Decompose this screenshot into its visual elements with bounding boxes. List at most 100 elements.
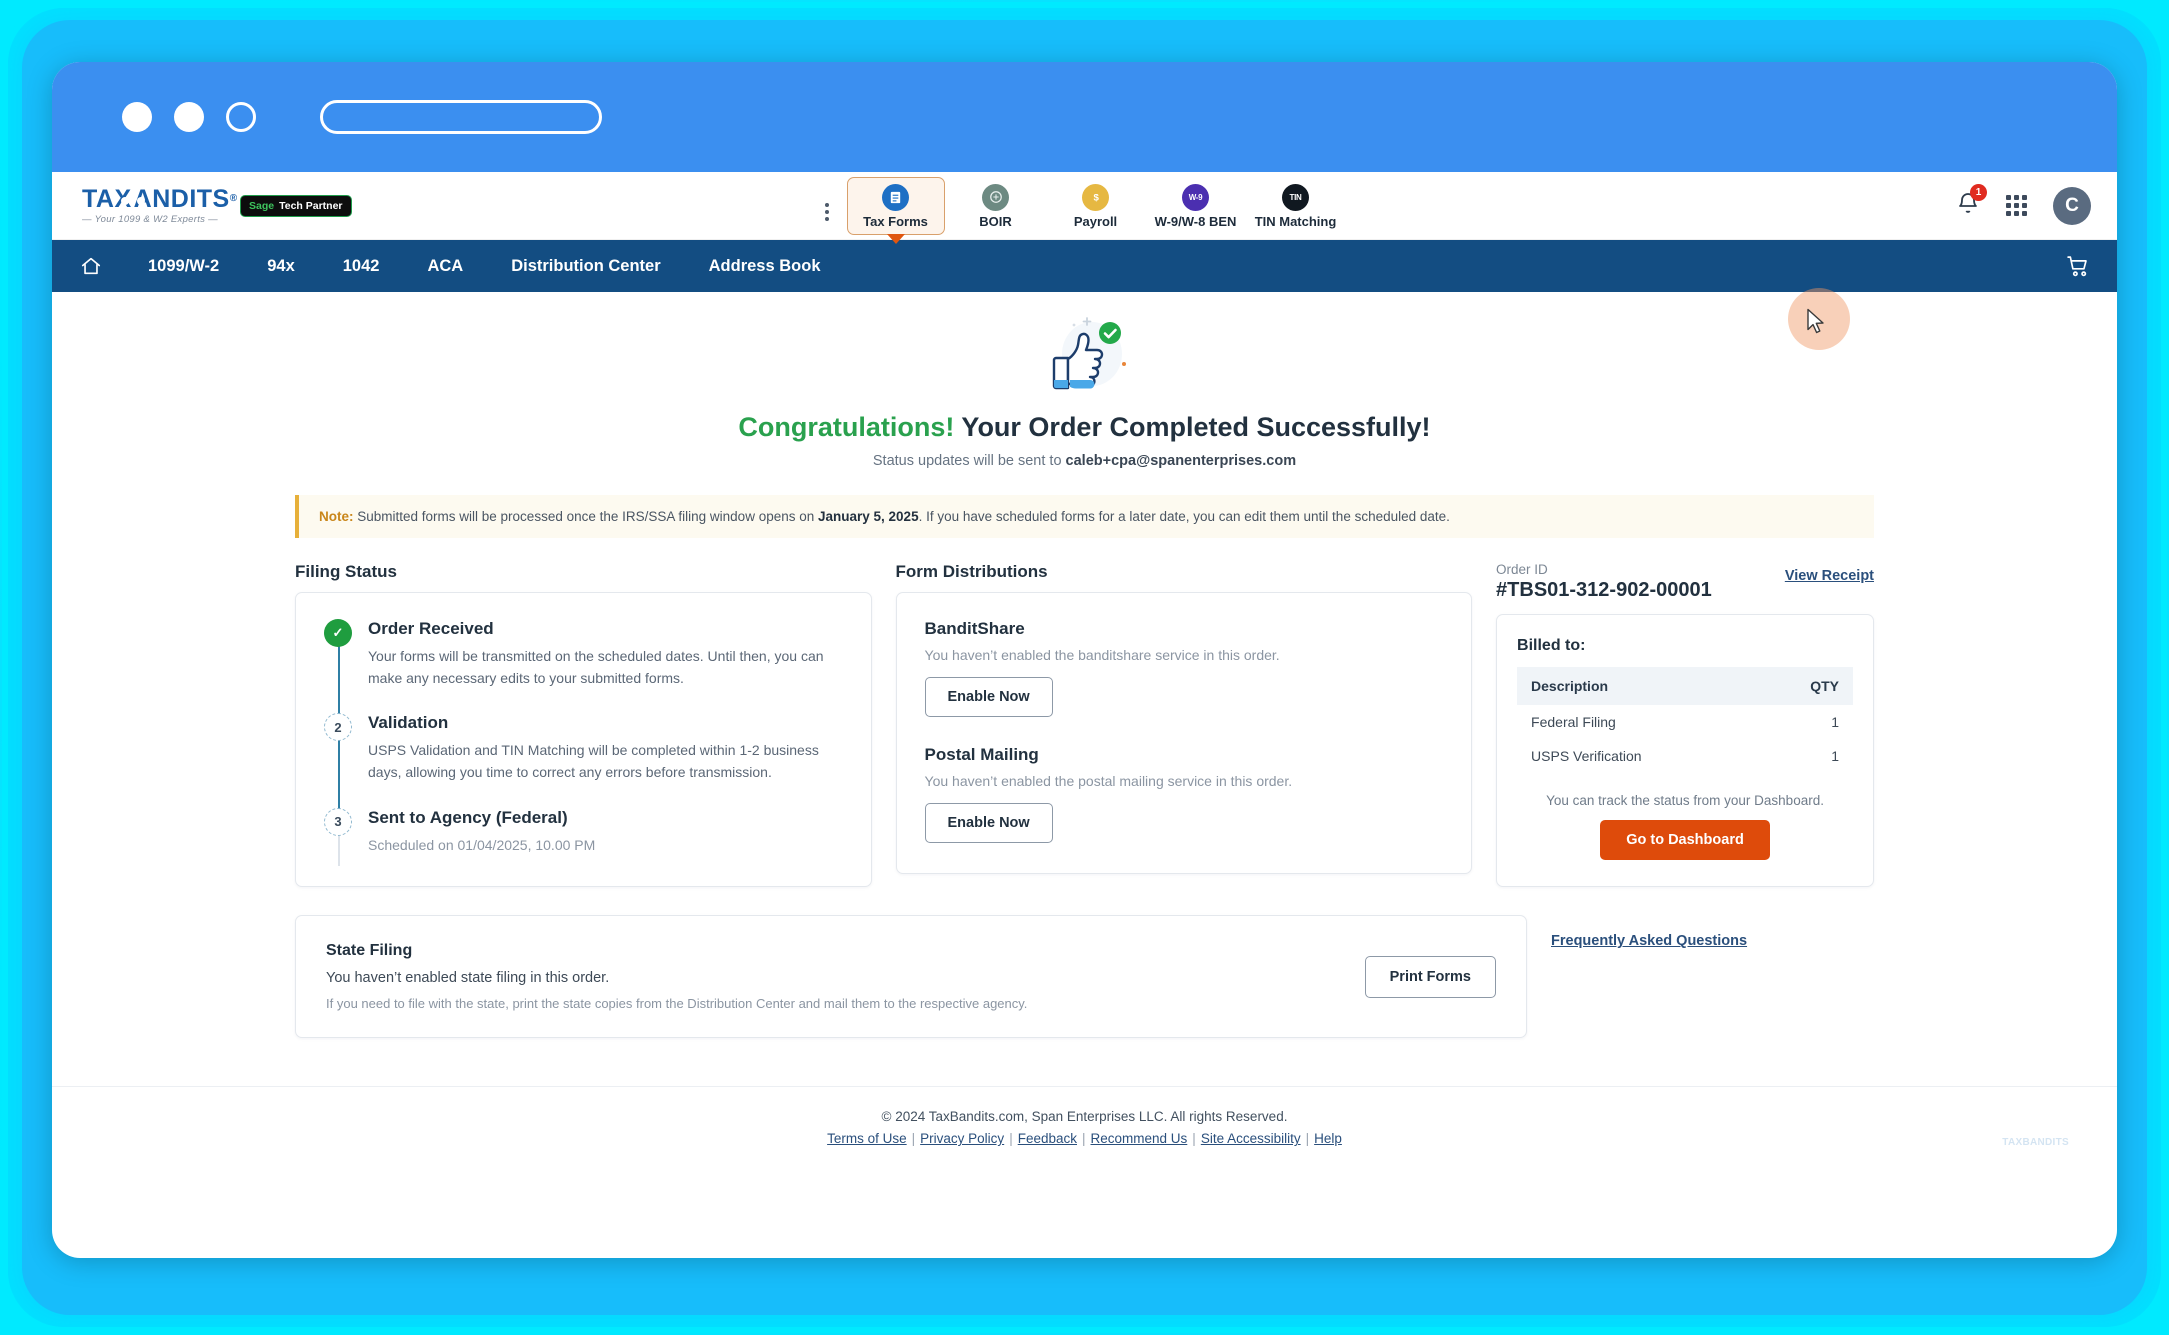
header-actions: 1 C bbox=[1956, 184, 2091, 225]
tab-boir[interactable]: BOIR bbox=[947, 177, 1045, 235]
step-title: Validation bbox=[368, 713, 449, 733]
tab-tax-forms[interactable]: Tax Forms bbox=[846, 176, 945, 235]
cart-icon[interactable] bbox=[2066, 254, 2091, 279]
order-id-label: Order ID bbox=[1496, 562, 1548, 577]
nav-item-94x[interactable]: 94x bbox=[243, 257, 319, 276]
go-to-dashboard-button[interactable]: Go to Dashboard bbox=[1600, 820, 1770, 860]
browser-chrome-bar bbox=[52, 62, 2117, 172]
step-connector bbox=[338, 739, 340, 812]
congrats-word: Congratulations! bbox=[738, 412, 955, 442]
main-columns: Filing Status ✓ Order Received Your form… bbox=[295, 562, 1875, 888]
tab-label: Payroll bbox=[1073, 213, 1118, 229]
app-header: TAX ANDITS ® — Your 1099 & W2 Experts — … bbox=[52, 172, 2117, 240]
notifications-bell[interactable]: 1 bbox=[1956, 184, 1987, 220]
lower-section: State Filing You haven’t enabled state f… bbox=[295, 915, 1874, 1039]
sage-partner-label: Tech Partner bbox=[279, 199, 343, 212]
state-filing-title: State Filing bbox=[326, 942, 413, 960]
nav-item-aca[interactable]: ACA bbox=[403, 257, 487, 276]
tab-w9-w8ben[interactable]: W-9 W-9/W-8 BEN bbox=[1147, 177, 1245, 235]
distribution-postal-mailing: Postal Mailing You haven’t enabled the p… bbox=[924, 745, 1444, 843]
distribution-title: BanditShare bbox=[924, 619, 1025, 638]
billed-to-card: Billed to: Description QTY Federal Filin… bbox=[1496, 614, 1875, 887]
filing-window-note: Note: Submitted forms will be processed … bbox=[295, 495, 1874, 538]
note-label: Note: bbox=[319, 509, 354, 524]
tab-label: Tax Forms bbox=[863, 213, 928, 229]
avatar[interactable]: C bbox=[2053, 186, 2091, 225]
table-row: Federal Filing 1 bbox=[1517, 705, 1853, 739]
filing-status-column: Filing Status ✓ Order Received Your form… bbox=[295, 562, 872, 888]
copyright-text: © 2024 TaxBandits.com, Span Enterprises … bbox=[881, 1109, 1288, 1125]
footer-link-terms-of-use[interactable]: Terms of Use bbox=[827, 1131, 907, 1146]
state-filing-text: State Filing You haven’t enabled state f… bbox=[326, 942, 1365, 1011]
footer-link-privacy-policy[interactable]: Privacy Policy bbox=[920, 1131, 1004, 1146]
step-description: Scheduled on 01/04/2025, 10.00 PM bbox=[368, 836, 596, 853]
distribution-banditshare: BanditShare You haven’t enabled the band… bbox=[924, 619, 1444, 717]
address-bar[interactable] bbox=[320, 100, 602, 134]
congrats-rest: Your Order Completed Successfully! bbox=[954, 412, 1431, 442]
column-header-qty: QTY bbox=[1755, 667, 1854, 705]
nav-item-home[interactable] bbox=[52, 255, 124, 277]
form-distributions-heading: Form Distributions bbox=[895, 562, 1048, 581]
registered-mark: ® bbox=[229, 193, 238, 204]
filing-step-validation: 2 Validation USPS Validation and TIN Mat… bbox=[324, 713, 843, 812]
thumbs-up-success-illustration bbox=[1030, 314, 1140, 400]
brand-block: TAX ANDITS ® — Your 1099 & W2 Experts — … bbox=[82, 186, 352, 225]
page-title: Congratulations! Your Order Completed Su… bbox=[52, 412, 2117, 443]
tab-payroll[interactable]: $ Payroll bbox=[1047, 177, 1145, 235]
filing-step-sent-to-agency: 3 Sent to Agency (Federal) Scheduled on … bbox=[324, 807, 843, 867]
order-id-value: #TBS01-312-902-00001 bbox=[1496, 579, 1712, 601]
taxbandits-logo[interactable]: TAX ANDITS ® — Your 1099 & W2 Experts — bbox=[82, 186, 237, 225]
filing-step-order-received: ✓ Order Received Your forms will be tran… bbox=[324, 619, 843, 718]
track-status-note: You can track the status from your Dashb… bbox=[1546, 793, 1824, 808]
footer-link-help[interactable]: Help bbox=[1314, 1131, 1342, 1146]
enable-banditshare-button[interactable]: Enable Now bbox=[924, 677, 1053, 717]
step-marker-done: ✓ bbox=[324, 619, 352, 647]
sage-brand-label: Sage bbox=[249, 199, 275, 212]
footer-link-site-accessibility[interactable]: Site Accessibility bbox=[1201, 1131, 1301, 1146]
step-title: Order Received bbox=[368, 619, 494, 638]
nav-item-distribution-center[interactable]: Distribution Center bbox=[487, 257, 684, 276]
state-filing-card: State Filing You haven’t enabled state f… bbox=[295, 915, 1527, 1039]
footer-separator: | bbox=[1192, 1131, 1196, 1147]
distribution-title: Postal Mailing bbox=[924, 745, 1039, 764]
column-header-description: Description bbox=[1517, 667, 1756, 705]
tab-tin-matching[interactable]: TIN TIN Matching bbox=[1247, 177, 1345, 235]
step-description: USPS Validation and TIN Matching will be… bbox=[368, 742, 819, 781]
footer-link-recommend-us[interactable]: Recommend Us bbox=[1091, 1131, 1188, 1146]
step-marker-3: 3 bbox=[324, 807, 352, 836]
kebab-menu-icon[interactable] bbox=[824, 202, 829, 221]
print-forms-button[interactable]: Print Forms bbox=[1364, 955, 1496, 998]
nav-item-address-book[interactable]: Address Book bbox=[685, 257, 845, 276]
footer-link-feedback[interactable]: Feedback bbox=[1018, 1131, 1077, 1146]
hero-section: Congratulations! Your Order Completed Su… bbox=[52, 292, 2117, 469]
faq-link[interactable]: Frequently Asked Questions bbox=[1551, 915, 1747, 949]
cell-description: Federal Filing bbox=[1531, 714, 1616, 730]
tax-forms-icon bbox=[882, 183, 909, 211]
view-receipt-link[interactable]: View Receipt bbox=[1785, 568, 1874, 584]
state-filing-hint: If you need to file with the state, prin… bbox=[326, 996, 1028, 1012]
state-filing-subtitle: You haven’t enabled state filing in this… bbox=[326, 970, 610, 987]
window-dot-3[interactable] bbox=[226, 102, 256, 132]
window-dot-2[interactable] bbox=[174, 102, 204, 132]
nav-item-1042[interactable]: 1042 bbox=[319, 257, 404, 276]
apps-grid-icon[interactable] bbox=[2006, 195, 2027, 216]
tab-label: TIN Matching bbox=[1254, 213, 1337, 229]
enable-postal-mailing-button[interactable]: Enable Now bbox=[924, 803, 1053, 843]
nav-item-1099-w2[interactable]: 1099/W-2 bbox=[124, 257, 243, 276]
filing-status-heading: Filing Status bbox=[295, 562, 397, 581]
tab-label: BOIR bbox=[979, 213, 1012, 229]
billed-to-label: Billed to: bbox=[1517, 637, 1586, 654]
status-updates-line: Status updates will be sent to caleb+cpa… bbox=[52, 453, 2117, 469]
w9-w8ben-icon: W-9 bbox=[1182, 183, 1209, 211]
footer-links: Terms of Use | Privacy Policy | Feedback | Rec… bbox=[52, 1131, 2117, 1146]
note-text-before: Submitted forms will be processed once t… bbox=[353, 509, 818, 524]
filing-status-card: ✓ Order Received Your forms will be tran… bbox=[295, 592, 872, 888]
window-dot-1[interactable] bbox=[122, 102, 152, 132]
svg-text:$: $ bbox=[1093, 193, 1099, 204]
form-distributions-card: BanditShare You haven’t enabled the band… bbox=[895, 592, 1473, 874]
step-connector bbox=[338, 833, 340, 867]
billing-table: Description QTY Federal Filing 1 USPS Ve… bbox=[1517, 667, 1854, 773]
boir-icon bbox=[982, 183, 1009, 211]
notification-count-badge: 1 bbox=[1970, 184, 1987, 201]
table-header-row: Description QTY bbox=[1517, 667, 1854, 705]
